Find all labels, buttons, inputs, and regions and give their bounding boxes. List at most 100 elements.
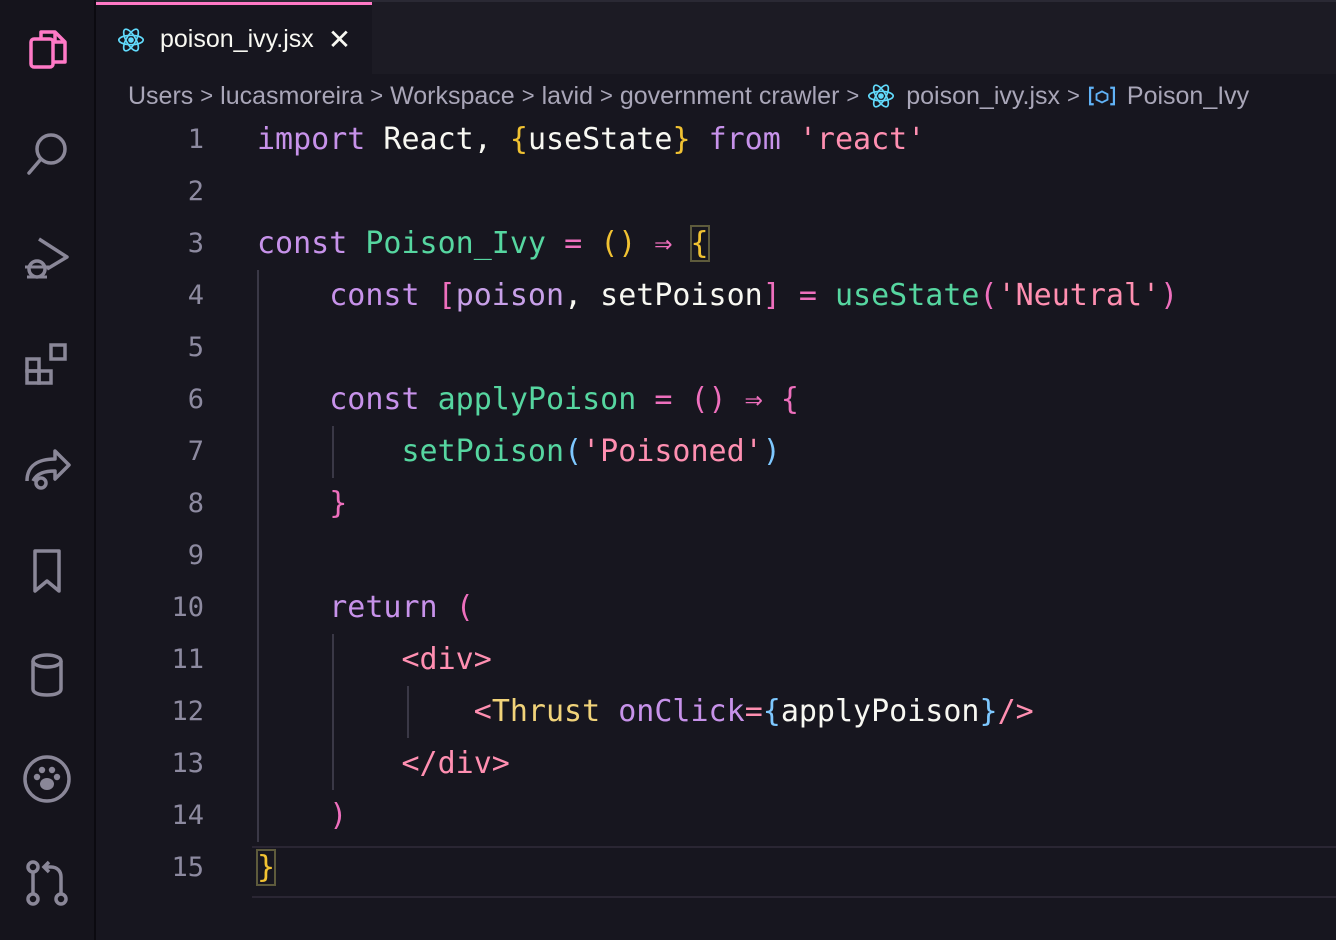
line-number: 3 <box>187 228 204 259</box>
code-token: { <box>762 694 781 729</box>
code-line[interactable]: 10 return ( <box>96 582 1336 634</box>
code-line[interactable]: 3 const Poison_Ivy = () ⇒ { <box>96 218 1336 270</box>
breadcrumb-separator: > <box>600 83 613 108</box>
code-token: ( <box>455 590 474 625</box>
paw-icon[interactable] <box>20 752 74 806</box>
code-text: } <box>257 478 347 530</box>
code-line[interactable]: 13 </div> <box>96 738 1336 790</box>
code-line[interactable]: 15} <box>96 842 1336 894</box>
code-line[interactable]: 9 <box>96 530 1336 582</box>
line-number: 4 <box>187 280 204 311</box>
line-number: 9 <box>187 540 204 571</box>
code-line[interactable]: 14 ) <box>96 790 1336 842</box>
code-token: } <box>672 122 691 157</box>
react-icon <box>866 81 896 111</box>
code-text: import React, {useState} from 'react' <box>257 114 925 166</box>
breadcrumb-item-file[interactable]: poison_ivy.jsx <box>906 82 1060 111</box>
code-line[interactable]: 6 const applyPoison = () ⇒ { <box>96 374 1336 426</box>
breadcrumb-item-lucasmoreira[interactable]: lucasmoreira <box>220 82 363 111</box>
breadcrumb-item-symbol[interactable]: Poison_Ivy <box>1127 82 1249 111</box>
source-control-icon[interactable] <box>20 856 74 910</box>
files-icon[interactable] <box>20 22 74 76</box>
breadcrumb-item-users[interactable]: Users <box>128 82 193 111</box>
code-token: useState <box>527 122 673 157</box>
breadcrumb-separator: > <box>1067 83 1080 108</box>
tab-poison-ivy[interactable]: poison_ivy.jsx ✕ <box>96 2 372 74</box>
search-icon[interactable] <box>20 126 74 180</box>
database-icon[interactable] <box>20 648 74 702</box>
code-token: const <box>329 382 420 417</box>
code-token: } <box>979 694 998 729</box>
code-token: Poison_Ivy <box>365 226 546 261</box>
remote-share-icon[interactable] <box>20 440 74 494</box>
line-number: 14 <box>171 800 204 831</box>
code-text: const [poison, setPoison] = useState('Ne… <box>257 270 1178 322</box>
breadcrumb-separator: > <box>521 83 535 108</box>
code-line[interactable]: 2 <box>96 166 1336 218</box>
code-token: = <box>654 382 673 417</box>
breadcrumb-separator: > <box>370 83 384 108</box>
line-number: 5 <box>187 332 204 363</box>
code-token: } <box>329 486 348 521</box>
breadcrumb: Users > lucasmoreira > Workspace > lavid… <box>128 78 1328 114</box>
code-line[interactable]: 8 } <box>96 478 1336 530</box>
code-token: ⇒ <box>744 382 763 417</box>
code-line[interactable]: 12 <Thrust onClick={applyPoison}/> <box>96 686 1336 738</box>
breadcrumb-item-workspace[interactable]: Workspace <box>390 82 515 111</box>
activity-bar <box>0 0 96 940</box>
extensions-icon[interactable] <box>20 336 74 390</box>
line-number: 11 <box>171 644 204 675</box>
code-text: ) <box>257 790 347 842</box>
code-token: () <box>600 226 637 261</box>
react-icon <box>116 24 148 56</box>
code-token: ) <box>1160 278 1179 313</box>
code-line[interactable]: 11 <div> <box>96 634 1336 686</box>
code-token: from <box>708 122 781 157</box>
code-line[interactable]: 1 import React, {useState} from 'react' <box>96 114 1336 166</box>
line-number: 2 <box>187 176 204 207</box>
code-editor[interactable]: 1 import React, {useState} from 'react' 2 3… <box>96 114 1336 940</box>
code-line[interactable]: 7 setPoison('Poisoned') <box>96 426 1336 478</box>
code-token: ⇒ <box>654 226 673 261</box>
code-line[interactable]: 4 const [poison, setPoison] = useState('… <box>96 270 1336 322</box>
code-token: ) <box>329 798 348 833</box>
breadcrumb-item-government-crawler[interactable]: government crawler <box>620 82 840 111</box>
close-icon[interactable]: ✕ <box>328 23 351 56</box>
code-text: </div> <box>257 738 510 790</box>
line-number: 1 <box>187 124 204 155</box>
breadcrumb-separator: > <box>200 83 214 108</box>
code-token: = <box>798 278 817 313</box>
code-token: < <box>473 694 492 729</box>
tab-label: poison_ivy.jsx <box>160 25 314 53</box>
line-number: 12 <box>171 696 204 727</box>
line-number: 6 <box>187 384 204 415</box>
code-line[interactable]: 5 <box>96 322 1336 374</box>
run-debug-icon[interactable] <box>20 230 74 284</box>
code-text: return ( <box>257 582 474 634</box>
code-text: const Poison_Ivy = () ⇒ { <box>257 218 710 270</box>
bookmark-icon[interactable] <box>20 544 74 598</box>
code-token: /> <box>997 694 1034 729</box>
code-token: applyPoison <box>780 694 980 729</box>
code-token: Thrust <box>491 694 601 729</box>
code-token: = <box>564 226 583 261</box>
code-token: const <box>329 278 420 313</box>
code-token: React, <box>365 122 510 157</box>
code-token: return <box>329 590 438 625</box>
breadcrumb-item-lavid[interactable]: lavid <box>542 82 593 111</box>
